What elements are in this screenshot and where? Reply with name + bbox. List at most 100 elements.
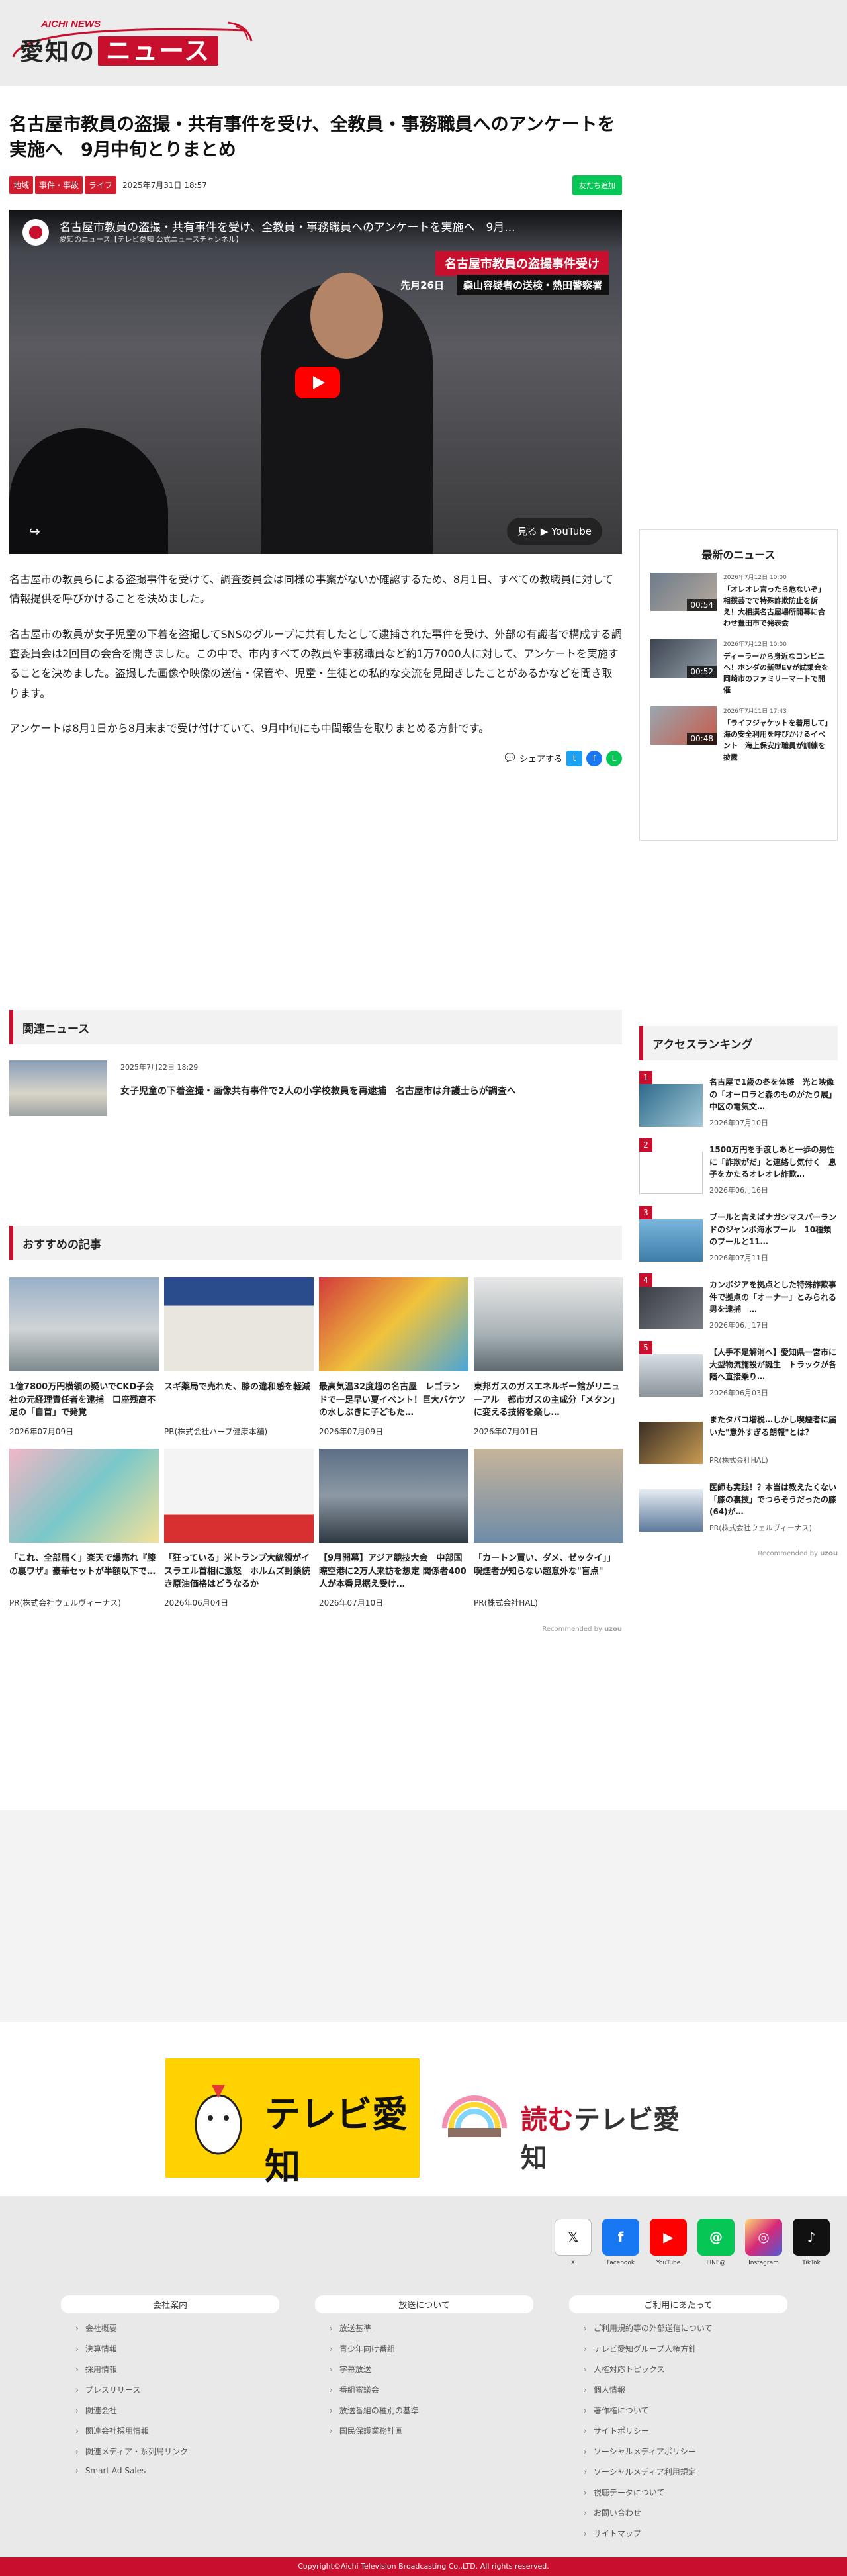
recommended-item[interactable]: スギ薬局で売れた、膝の違和感を軽減 PR(株式会社ハーブ健康本舗) bbox=[164, 1277, 314, 1437]
ranking-item[interactable]: またタバコ増税…しかし喫煙者に届いた"意外すぎる朗報"とは？ PR(株式会社HAL… bbox=[639, 1414, 838, 1465]
footer-link[interactable]: 個人情報 bbox=[584, 2384, 787, 2395]
footer-link[interactable]: 決算情報 bbox=[75, 2343, 279, 2354]
footer-link[interactable]: ご利用規約等の外部送信について bbox=[584, 2323, 787, 2334]
ranking-item[interactable]: 4 カンボジアを拠点とした特殊詐欺事件で拠点の「オーナー」とみられる男を逮捕 … 2… bbox=[639, 1273, 838, 1330]
recommended-by-label: Recommended by bbox=[542, 1626, 602, 1633]
x-link[interactable]: 𝕏X bbox=[555, 2219, 592, 2266]
youtube-icon: ▶ bbox=[650, 2219, 687, 2256]
recommended-headline: 最高気温32度超の名古屋 レゴランドで一足早い夏イベント！巨大バケツの水しぶきに… bbox=[319, 1382, 466, 1418]
recommended-thumb bbox=[474, 1449, 623, 1543]
youtube-label: YouTube bbox=[656, 2260, 681, 2266]
recommended-by: Recommended by uzou bbox=[9, 1626, 622, 1633]
footer-link[interactable]: 視聴データについて bbox=[584, 2487, 787, 2498]
latest-news-item[interactable]: 00:52 2026年7月12日 10:00 ディーラーから身近なコンビニへ！ホン… bbox=[650, 639, 830, 696]
footer-link[interactable]: 放送番組の種別の基準 bbox=[330, 2405, 533, 2416]
latest-news-item[interactable]: 00:54 2026年7月12日 10:00 「オレオレ言ったら危ないぞ」相撲芸で… bbox=[650, 573, 830, 629]
line-link[interactable]: @ LINE@ bbox=[697, 2219, 735, 2266]
category-tag[interactable]: 地域 bbox=[9, 176, 34, 195]
logo-part-b: ニュース bbox=[98, 36, 219, 66]
footer-link[interactable]: Smart Ad Sales bbox=[75, 2466, 279, 2475]
latest-news-panel: 最新のニュース 00:54 2026年7月12日 10:00 「オレオレ言ったら危… bbox=[639, 529, 838, 841]
play-icon[interactable] bbox=[295, 366, 340, 398]
ranking-thumb bbox=[639, 1219, 703, 1262]
footer-link[interactable]: 著作権について bbox=[584, 2405, 787, 2416]
footer-link[interactable]: 青少年向け番組 bbox=[330, 2343, 533, 2354]
footer-link[interactable]: 関連メディア・系列局リンク bbox=[75, 2446, 279, 2457]
footer-link[interactable]: プレスリリース bbox=[75, 2384, 279, 2395]
video-player[interactable]: 名古屋市教員の盗撮・共有事件を受け、全教員・事務職員へのアンケートを実施へ 9月… bbox=[9, 209, 622, 554]
site-footer: 𝕏X f Facebook ▶ YouTube @ LINE@ ◎ Instagram … bbox=[0, 2196, 847, 2557]
tiktok-link[interactable]: ♪ TikTok bbox=[793, 2219, 830, 2266]
recommended-meta: 2026年07月09日 bbox=[319, 1427, 384, 1436]
facebook-link[interactable]: f Facebook bbox=[602, 2219, 639, 2266]
access-ranking: アクセスランキング 1 名古屋で1歳の冬を体感 光と映像の「オーロラと森のものがた… bbox=[639, 1026, 838, 1557]
footer-column-usage: ご利用にあたって ご利用規約等の外部送信について テレビ愛知グループ人権方針 人… bbox=[569, 2295, 787, 2539]
footer-link[interactable]: 番組審議会 bbox=[330, 2384, 533, 2395]
footer-link[interactable]: ソーシャルメディア利用規定 bbox=[584, 2466, 787, 2477]
recommended-headline: 1億7800万円横領の疑いでCKD子会社の元経理責任者を逮捕 口座残高不足の「自… bbox=[9, 1382, 156, 1418]
video-title[interactable]: 名古屋市教員の盗撮・共有事件を受け、全教員・事務職員へのアンケートを実施へ 9月… bbox=[60, 218, 515, 234]
related-news-item[interactable]: 2025年7月22日 18:29 女子児童の下着盗撮・画像共有事件で2人の小学校… bbox=[9, 1060, 622, 1116]
recommended-item[interactable]: 東邦ガスのガスエネルギー館がリニューアル 都市ガスの主成分「メタン」に変える技術… bbox=[474, 1277, 623, 1437]
instagram-label: Instagram bbox=[748, 2260, 779, 2266]
banner-area: テレビ愛知 読むテレビ愛知 bbox=[0, 2025, 847, 2197]
logo-part-a: 愛知の bbox=[20, 38, 96, 66]
tv-aichi-banner[interactable]: テレビ愛知 bbox=[165, 2058, 420, 2187]
recommended-item[interactable]: 【9月開幕】アジア競技大会 中部国際空港に2万人来訪を想定 関係者400人が本番… bbox=[319, 1449, 468, 1608]
ranking-item[interactable]: 2 1500万円を手渡しあと一歩の男性に「詐欺がだ」と連絡し気付く 息子をかたるオ… bbox=[639, 1138, 838, 1195]
ranking-item[interactable]: 1 名古屋で1歳の冬を体感 光と映像の「オーロラと森のものがたり展」中区の電気文…… bbox=[639, 1071, 838, 1128]
channel-avatar-icon[interactable] bbox=[22, 218, 49, 246]
site-logo[interactable]: AICHI NEWS 愛知の ニュース bbox=[9, 17, 255, 70]
share-bubble-icon: 💬 bbox=[504, 753, 515, 764]
logo-japanese: 愛知の ニュース bbox=[20, 30, 219, 67]
video-duration: 00:52 bbox=[687, 666, 717, 678]
recommended-headline: 【9月開幕】アジア競技大会 中部国際空港に2万人来訪を想定 関係者400人が本番… bbox=[319, 1553, 467, 1589]
footer-link[interactable]: 字幕放送 bbox=[330, 2364, 533, 2375]
recommended-item[interactable]: 最高気温32度超の名古屋 レゴランドで一足早い夏イベント！巨大バケツの水しぶきに… bbox=[319, 1277, 468, 1437]
watch-on-youtube-button[interactable]: 見る ▶ YouTube bbox=[506, 517, 602, 545]
youtube-link[interactable]: ▶ YouTube bbox=[650, 2219, 687, 2266]
recommended-thumb bbox=[9, 1449, 159, 1543]
yomu-tv-aichi-banner[interactable]: 読むテレビ愛知 bbox=[431, 2058, 686, 2178]
recommended-item[interactable]: 「カートン買い、ダメ、ゼッタイ」」喫煙者が知らない超意外な"盲点" PR(株式会社… bbox=[474, 1449, 623, 1608]
recommended-item[interactable]: 「これ、全部届く」楽天で爆売れ『膝の裏ワザ』豪華セットが半額以下で… PR(株式会… bbox=[9, 1449, 159, 1608]
ranking-date: 2026年06月16日 bbox=[709, 1186, 768, 1195]
tiktok-label: TikTok bbox=[802, 2260, 821, 2266]
footer-link[interactable]: テレビ愛知グループ人権方針 bbox=[584, 2343, 787, 2354]
category-tag[interactable]: ライフ bbox=[85, 176, 117, 195]
line-share-icon[interactable]: L bbox=[606, 750, 622, 766]
footer-link[interactable]: サイトマップ bbox=[584, 2528, 787, 2539]
ranking-item[interactable]: 5 【人手不足解消へ】愛知県一宮市に大型物流施設が誕生 トラックが各階へ直接乗り…… bbox=[639, 1341, 838, 1398]
footer-column-title: 放送について bbox=[315, 2295, 533, 2313]
footer-column-title: ご利用にあたって bbox=[569, 2295, 787, 2313]
recommended-item[interactable]: 1億7800万円横領の疑いでCKD子会社の元経理責任者を逮捕 口座残高不足の「自… bbox=[9, 1277, 159, 1437]
ranking-item[interactable]: 医師も実践！？本当は教えたくない「膝の裏技」でつらそうだったの膝(64)が… PR… bbox=[639, 1481, 838, 1533]
line-add-friend-button[interactable]: 友だち追加 bbox=[572, 175, 622, 195]
footer-link[interactable]: 会社概要 bbox=[75, 2323, 279, 2334]
related-news-date: 2025年7月22日 18:29 bbox=[120, 1063, 199, 1072]
footer-link[interactable]: サイトポリシー bbox=[584, 2425, 787, 2436]
category-tag[interactable]: 事件・事故 bbox=[35, 176, 83, 195]
twitter-share-icon[interactable]: t bbox=[566, 750, 582, 766]
instagram-icon: ◎ bbox=[745, 2219, 782, 2256]
share-bar: 💬 シェアする t f L bbox=[9, 750, 622, 766]
footer-link[interactable]: 国民保護業務計画 bbox=[330, 2425, 533, 2436]
recommended-item[interactable]: 「狂っている」米トランプ大統領がイスラエル首相に激怒 ホルムズ封鎖続き原油価格は… bbox=[164, 1449, 314, 1608]
footer-link[interactable]: 関連会社 bbox=[75, 2405, 279, 2416]
facebook-share-icon[interactable]: f bbox=[586, 750, 602, 766]
latest-news-title: 最新のニュース bbox=[701, 549, 776, 561]
yomu-tv-aichi-banner-text: 読むテレビ愛知 bbox=[521, 2098, 686, 2175]
footer-link[interactable]: ソーシャルメディアポリシー bbox=[584, 2446, 787, 2457]
footer-link[interactable]: 関連会社採用情報 bbox=[75, 2425, 279, 2436]
share-arrow-icon[interactable]: ↪ bbox=[29, 524, 46, 541]
ranking-item[interactable]: 3 プールと言えばナガシマスパーランドのジャンボ海水プール 10種類のプールと11… bbox=[639, 1206, 838, 1263]
footer-link[interactable]: お問い合わせ bbox=[584, 2507, 787, 2518]
latest-news-date: 2026年7月12日 10:00 bbox=[723, 641, 787, 649]
footer-link[interactable]: 採用情報 bbox=[75, 2364, 279, 2375]
recommended-meta: 2026年07月09日 bbox=[9, 1427, 74, 1436]
footer-link[interactable]: 放送基準 bbox=[330, 2323, 533, 2334]
footer-link[interactable]: 人権対応トピックス bbox=[584, 2364, 787, 2375]
instagram-link[interactable]: ◎ Instagram bbox=[745, 2219, 782, 2266]
latest-news-item[interactable]: 00:48 2026年7月11日 17:43 「ライフジャケットを着用して」 海の… bbox=[650, 706, 836, 762]
recommended-title: おすすめの記事 bbox=[9, 1226, 622, 1260]
